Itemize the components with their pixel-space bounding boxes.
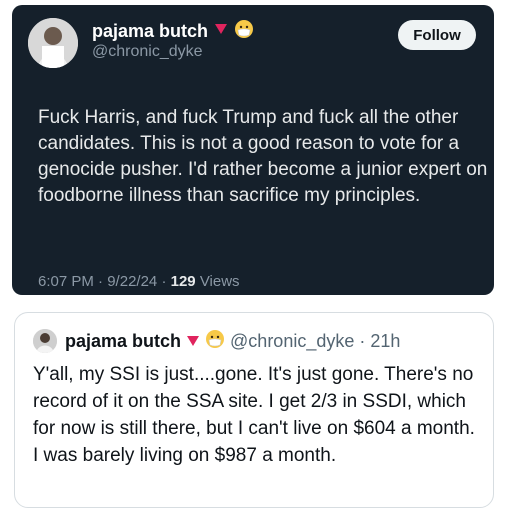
tweet-date[interactable]: 9/22/24: [107, 273, 157, 290]
views-count: 129: [170, 273, 196, 290]
avatar-photo-icon: [28, 18, 78, 68]
tweet-time[interactable]: 6:07 PM: [38, 273, 94, 290]
follow-button[interactable]: Follow: [398, 20, 476, 50]
face-with-medical-mask-icon: [205, 329, 225, 354]
avatar[interactable]: [28, 18, 78, 68]
user-handle[interactable]: @chronic_dyke: [92, 43, 203, 61]
tweet-meta: 6:07 PM · 9/22/24 · 129 Views: [38, 273, 240, 290]
avatar[interactable]: [33, 329, 57, 353]
tweet-text: Y'all, my SSI is just....gone. It's just…: [33, 364, 475, 466]
face-with-medical-mask-icon: [234, 19, 254, 44]
light-tweet-card: pajama butch @chronic_dyke · 21h Y'all, …: [14, 312, 494, 508]
separator: ·: [98, 273, 104, 290]
display-name[interactable]: pajama butch: [65, 331, 181, 352]
tweet-text: Fuck Harris, and fuck Trump and fuck all…: [38, 107, 488, 206]
red-triangle-icon: [214, 22, 228, 40]
tweet-header: pajama butch @chronic_dyke · 21h: [65, 329, 400, 353]
views-label: Views: [199, 273, 240, 290]
tweet-age[interactable]: 21h: [370, 331, 400, 352]
red-triangle-icon: [186, 331, 200, 352]
avatar-photo-icon: [33, 329, 57, 353]
separator: ·: [359, 330, 366, 351]
display-name[interactable]: pajama butch: [92, 21, 208, 42]
dark-tweet-card: pajama butch @chronic_dyke Follow Fuck H…: [12, 5, 494, 295]
user-handle[interactable]: @chronic_dyke: [230, 331, 354, 352]
name-row: pajama butch: [92, 19, 254, 43]
separator: ·: [161, 273, 167, 290]
